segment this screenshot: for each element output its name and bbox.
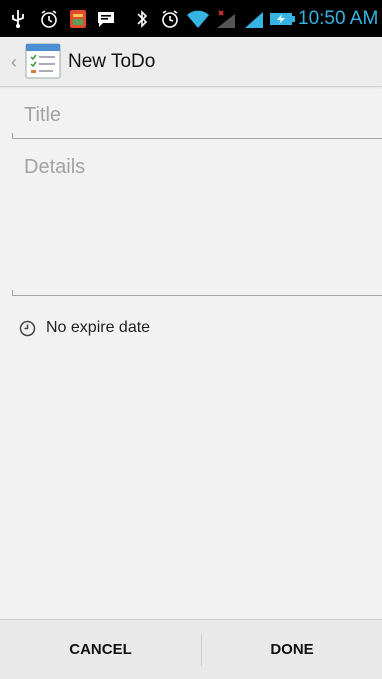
- wifi-icon: [185, 0, 211, 37]
- battery-charging-icon: [268, 0, 296, 37]
- details-input[interactable]: [12, 150, 382, 290]
- app-notification-icon: [67, 0, 89, 37]
- alarm-icon: [38, 0, 60, 37]
- screen: 10:50 AM ‹ New ToDo Title Details No exp…: [0, 0, 382, 679]
- status-bar: 10:50 AM: [0, 0, 382, 37]
- title-input[interactable]: [12, 95, 382, 135]
- page-title: New ToDo: [68, 51, 156, 72]
- signal-icon: [243, 0, 265, 37]
- expire-date-selector[interactable]: No expire date: [19, 313, 150, 343]
- chat-icon: [94, 0, 118, 37]
- done-button[interactable]: DONE: [202, 620, 382, 679]
- status-bar-time: 10:50 AM: [298, 8, 379, 29]
- button-bar: CANCEL DONE: [0, 619, 382, 679]
- up-navigation-icon[interactable]: ‹: [11, 52, 20, 72]
- title-field-container: [12, 95, 382, 139]
- signal-no-sim-icon: [214, 0, 238, 37]
- clock-icon: [19, 320, 36, 337]
- input-underline-tick: [12, 290, 13, 296]
- expire-date-label: No expire date: [46, 319, 151, 336]
- alarm-clock-icon: [158, 0, 182, 37]
- action-bar: ‹ New ToDo: [0, 37, 382, 87]
- usb-icon: [10, 0, 26, 37]
- details-field-container: [12, 150, 382, 296]
- cancel-button[interactable]: CANCEL: [0, 620, 201, 679]
- app-icon[interactable]: [24, 42, 62, 80]
- bluetooth-icon: [134, 0, 150, 37]
- input-underline-tick: [12, 133, 13, 139]
